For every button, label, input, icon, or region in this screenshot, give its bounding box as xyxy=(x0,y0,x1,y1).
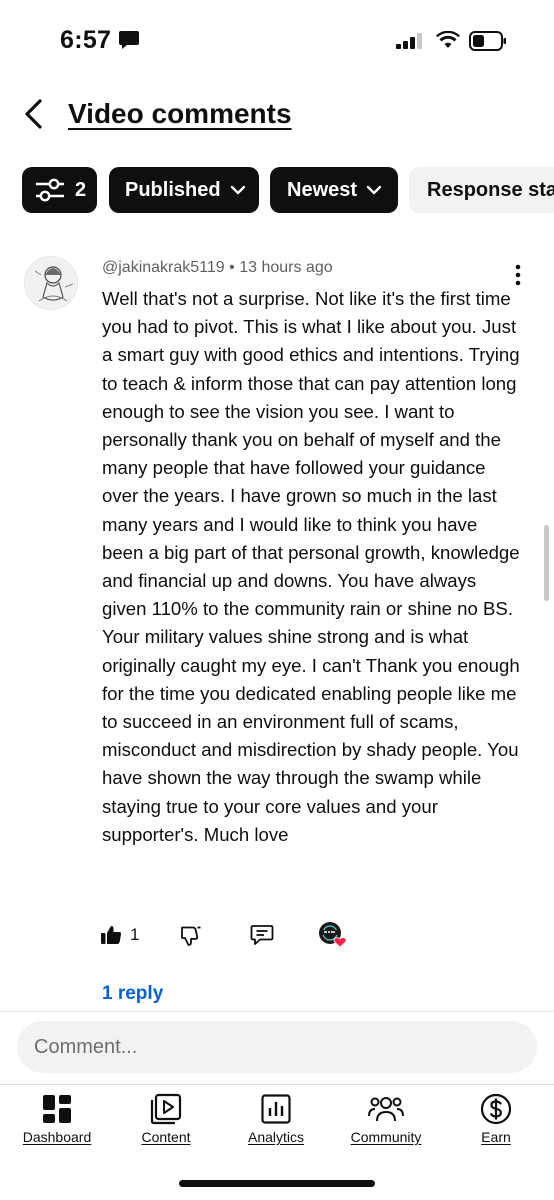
comment-input[interactable] xyxy=(17,1021,537,1073)
avatar[interactable] xyxy=(24,256,78,310)
comment-actions: 1 xyxy=(0,920,554,954)
chevron-down-icon xyxy=(366,185,382,195)
filter-chips: 2 Published Newest Response sta xyxy=(22,167,554,213)
bottom-navigation: Dashboard Content Analytics Community Ea… xyxy=(0,1092,554,1152)
divider xyxy=(0,1084,554,1085)
like-count: 1 xyxy=(130,925,140,944)
nav-label: Dashboard xyxy=(22,1129,92,1145)
page-title: Video comments xyxy=(68,98,292,129)
like-button[interactable]: 1 xyxy=(100,920,139,950)
published-chip[interactable]: Published xyxy=(109,167,259,213)
wifi-icon xyxy=(436,30,460,54)
scrollbar-thumb[interactable] xyxy=(544,525,549,601)
status-bar: 6:57 xyxy=(0,0,554,84)
published-label: Published xyxy=(125,178,221,201)
meta-separator: • xyxy=(229,259,235,276)
status-time: 6:57 xyxy=(60,26,112,54)
divider xyxy=(0,1011,554,1012)
sliders-icon xyxy=(36,178,64,202)
more-vertical-icon xyxy=(515,264,521,286)
reply-comment-icon xyxy=(250,925,274,945)
view-replies-link[interactable]: 1 reply xyxy=(102,983,163,1005)
nav-analytics[interactable]: Analytics xyxy=(221,1092,331,1145)
dislike-button[interactable] xyxy=(180,920,202,950)
header: Video comments xyxy=(0,88,554,144)
filter-count: 2 xyxy=(75,178,87,201)
comment-text: Well that's not a surprise. Not like it'… xyxy=(102,288,520,845)
cellular-signal-icon xyxy=(396,33,424,54)
nav-label: Analytics xyxy=(247,1129,305,1145)
nav-label: Earn xyxy=(481,1129,511,1145)
nav-earn[interactable]: Earn xyxy=(441,1092,551,1145)
nav-dashboard[interactable]: Dashboard xyxy=(2,1092,112,1145)
message-bubble-icon xyxy=(118,30,140,55)
community-people-icon xyxy=(368,1092,404,1126)
filter-settings-chip[interactable]: 2 xyxy=(22,167,97,213)
reply-button[interactable] xyxy=(250,920,274,950)
dashboard-icon xyxy=(42,1092,72,1126)
back-button[interactable] xyxy=(18,96,50,132)
creator-heart-button[interactable] xyxy=(318,920,350,950)
thumbs-down-icon xyxy=(181,926,201,946)
nav-label: Content xyxy=(141,1129,191,1145)
back-arrow-icon xyxy=(25,99,42,129)
response-status-chip[interactable]: Response sta xyxy=(409,167,554,213)
sort-label: Newest xyxy=(287,178,358,201)
battery-icon xyxy=(469,31,507,56)
home-indicator[interactable] xyxy=(179,1180,375,1187)
comment-time: 13 hours ago xyxy=(239,259,333,276)
comment-author[interactable]: @jakinakrak5119 xyxy=(102,259,225,276)
chevron-down-icon xyxy=(230,185,246,195)
earn-dollar-icon xyxy=(480,1092,512,1126)
response-status-label: Response sta xyxy=(427,178,554,201)
nav-community[interactable]: Community xyxy=(331,1092,441,1145)
sort-chip[interactable]: Newest xyxy=(270,167,398,213)
nav-content[interactable]: Content xyxy=(111,1092,221,1145)
content-play-icon xyxy=(150,1092,182,1126)
nav-label: Community xyxy=(350,1129,422,1145)
more-options-button[interactable] xyxy=(508,264,528,286)
analytics-chart-icon xyxy=(261,1092,291,1126)
creator-heart-icon xyxy=(319,922,347,948)
thumbs-up-icon xyxy=(101,926,122,944)
comment-meta: @jakinakrak5119 • 13 hours ago xyxy=(102,259,333,277)
